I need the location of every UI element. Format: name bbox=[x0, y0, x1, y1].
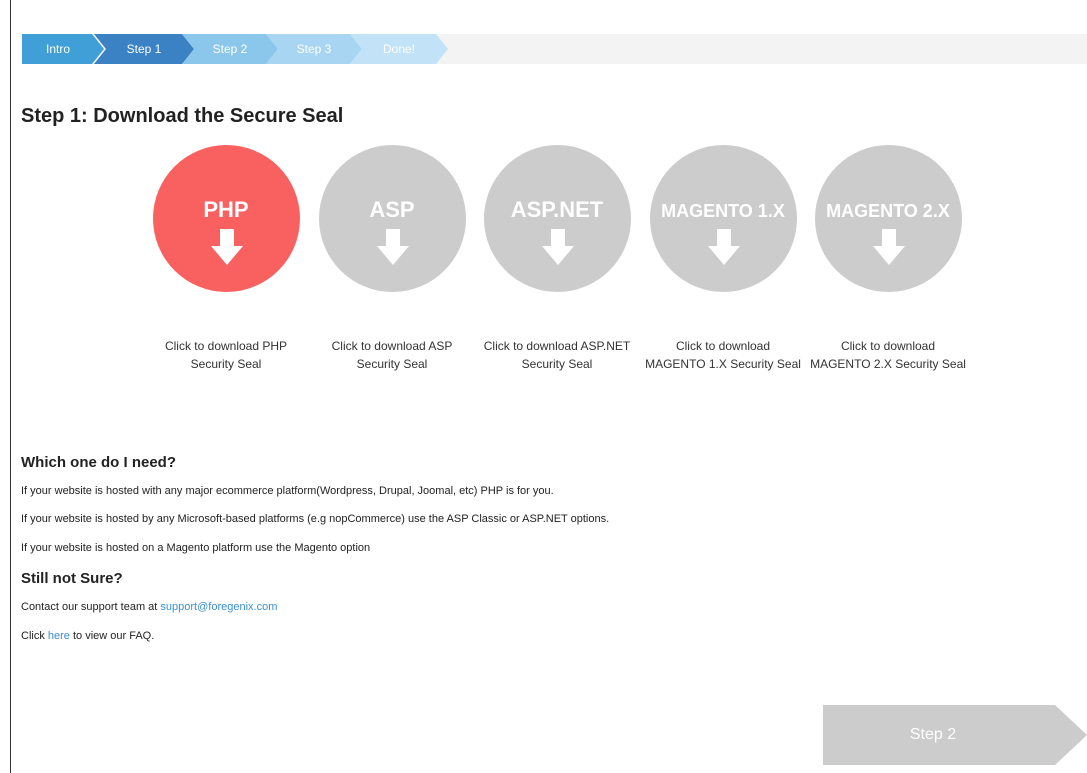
option-label: ASP.NET bbox=[510, 197, 604, 222]
support-contact: Contact our support team at support@fore… bbox=[21, 601, 277, 613]
breadcrumb-step-label: Step 1 bbox=[126, 42, 162, 56]
breadcrumb-step-1[interactable]: Step 1 bbox=[94, 34, 194, 64]
option-magento-1x: MAGENTO 1.X Click to download MAGENTO 1.… bbox=[643, 145, 803, 373]
faq-prefix: Click bbox=[21, 630, 48, 642]
breadcrumb-step-label: Done! bbox=[382, 42, 416, 56]
option-caption: Click to download ASP.NET Security Seal bbox=[483, 339, 631, 371]
support-heading: Still not Sure? bbox=[21, 570, 123, 587]
faq-line: Click here to view our FAQ. bbox=[21, 630, 154, 642]
help-heading: Which one do I need? bbox=[21, 454, 176, 471]
option-caption: Click to download MAGENTO 1.X Security S… bbox=[645, 339, 801, 371]
help-line-magento: If your website is hosted on a Magento p… bbox=[21, 542, 371, 554]
option-caption: Click to download MAGENTO 2.X Security S… bbox=[810, 339, 966, 371]
help-line-php: If your website is hosted with any major… bbox=[21, 485, 554, 497]
download-magento-2x-button[interactable]: MAGENTO 2.X bbox=[814, 145, 962, 292]
download-magento-1x-button[interactable]: MAGENTO 1.X bbox=[649, 145, 797, 292]
faq-suffix: to view our FAQ. bbox=[69, 630, 155, 642]
breadcrumb-step-done[interactable]: Done! bbox=[350, 34, 448, 64]
breadcrumb-step-intro[interactable]: Intro bbox=[22, 34, 104, 64]
next-step-label: Step 2 bbox=[909, 726, 957, 743]
breadcrumb-step-label: Step 2 bbox=[212, 42, 248, 56]
option-asp: ASP Click to download ASP Security Seal bbox=[312, 145, 472, 373]
support-contact-text: Contact our support team at bbox=[21, 601, 161, 613]
breadcrumb-step-label: Step 3 bbox=[296, 42, 332, 56]
breadcrumb-step-label: Intro bbox=[45, 42, 70, 56]
download-arrow-icon bbox=[541, 229, 574, 265]
option-label: ASP bbox=[369, 197, 415, 222]
option-php: PHP Click to download PHP Security Seal bbox=[146, 145, 306, 373]
option-label: PHP bbox=[203, 197, 249, 222]
download-asp-button[interactable]: ASP bbox=[318, 145, 466, 292]
option-caption: Click to download PHP Security Seal bbox=[164, 339, 288, 371]
option-caption: Click to download ASP Security Seal bbox=[331, 339, 453, 371]
download-arrow-icon bbox=[872, 229, 905, 265]
support-email-link[interactable]: support@foregenix.com bbox=[160, 601, 277, 613]
page-title: Step 1: Download the Secure Seal bbox=[21, 105, 344, 127]
faq-link[interactable]: here bbox=[48, 630, 70, 642]
left-border bbox=[10, 0, 11, 773]
option-aspnet: ASP.NET Click to download ASP.NET Securi… bbox=[477, 145, 637, 373]
download-php-button[interactable]: PHP bbox=[152, 145, 300, 292]
next-step-button[interactable]: Step 2 bbox=[823, 705, 1087, 765]
download-arrow-icon bbox=[210, 229, 243, 265]
download-arrow-icon bbox=[376, 229, 409, 265]
help-line-asp: If your website is hosted by any Microso… bbox=[21, 513, 610, 525]
option-label: MAGENTO 1.X bbox=[661, 201, 785, 221]
breadcrumb-step-3[interactable]: Step 3 bbox=[266, 34, 362, 64]
breadcrumb-step-2[interactable]: Step 2 bbox=[182, 34, 278, 64]
download-aspnet-button[interactable]: ASP.NET bbox=[483, 145, 631, 292]
option-label: MAGENTO 2.X bbox=[826, 201, 950, 221]
wizard-breadcrumb: Intro Step 1 Step 2 Step 3 Done! bbox=[22, 34, 1087, 64]
download-arrow-icon bbox=[707, 229, 740, 265]
option-magento-2x: MAGENTO 2.X Click to download MAGENTO 2.… bbox=[808, 145, 968, 373]
